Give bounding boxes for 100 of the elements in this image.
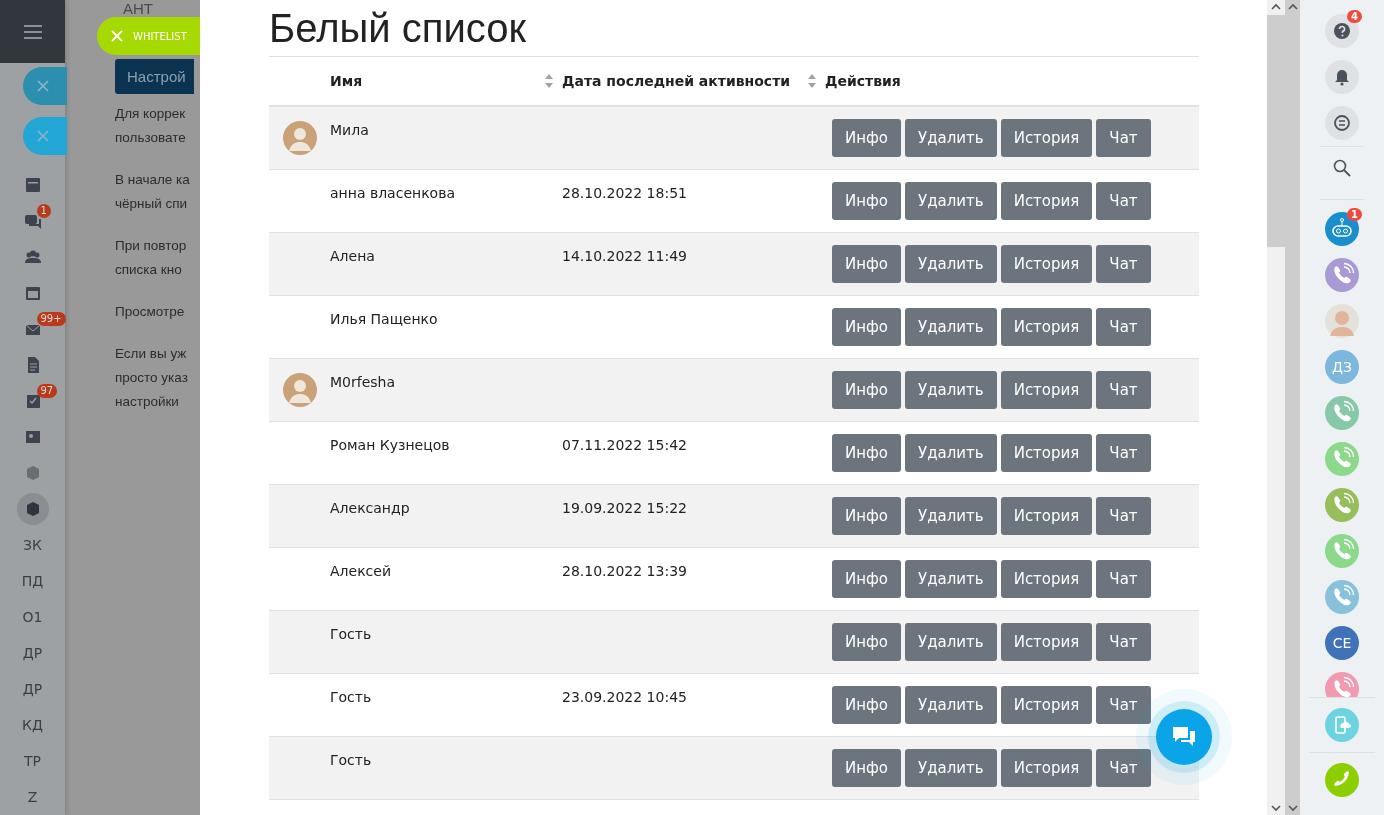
action-button[interactable]: Удалить	[905, 371, 997, 409]
action-button[interactable]: История	[1000, 623, 1093, 661]
paragraph: Если вы уж просто указ настройки	[115, 345, 188, 411]
shortcut-label[interactable]: ДР	[22, 671, 43, 707]
action-button[interactable]: История	[1000, 119, 1093, 157]
action-button[interactable]: История	[1000, 560, 1093, 598]
paragraph: В начале ка чёрный спи	[115, 171, 190, 213]
action-button[interactable]: Инфо	[832, 182, 902, 220]
action-button[interactable]: Чат	[1096, 749, 1151, 787]
scroll-up-icon[interactable]	[1271, 3, 1281, 11]
sort-icon[interactable]	[807, 73, 817, 89]
action-button[interactable]: Чат	[1096, 371, 1151, 409]
action-button[interactable]: История	[1000, 371, 1093, 409]
action-button[interactable]: Инфо	[832, 371, 902, 409]
chat-icon[interactable]	[23, 212, 42, 230]
action-button[interactable]: Инфо	[832, 560, 902, 598]
activity-date: 19.09.2022 15:22	[562, 500, 687, 516]
action-button[interactable]: Инфо	[832, 245, 902, 283]
scroll-thumb[interactable]	[1267, 15, 1285, 247]
action-button[interactable]: Удалить	[905, 182, 997, 220]
action-button[interactable]: История	[1000, 434, 1093, 472]
page-title: АНТ	[123, 0, 153, 17]
messages-button[interactable]	[1325, 106, 1359, 140]
shortcut-label[interactable]: Z	[27, 779, 38, 815]
user-name: Мила	[330, 122, 369, 138]
action-button[interactable]: Удалить	[905, 434, 997, 472]
action-button[interactable]: Инфо	[832, 686, 902, 724]
action-button[interactable]: Чат	[1096, 560, 1151, 598]
action-button[interactable]: Чат	[1096, 497, 1151, 535]
action-button[interactable]: История	[1000, 749, 1093, 787]
search-icon[interactable]	[1333, 159, 1351, 177]
action-button[interactable]: Удалить	[905, 119, 997, 157]
activity-date: 28.10.2022 13:39	[562, 563, 687, 579]
help-icon	[1333, 22, 1351, 40]
user-name: M0rfesha	[330, 374, 396, 390]
column-header[interactable]: Имя	[330, 73, 554, 89]
shortcut-label[interactable]: ПД	[21, 563, 44, 599]
action-button[interactable]: Удалить	[905, 749, 997, 787]
action-button[interactable]: Чат	[1096, 623, 1151, 661]
action-button[interactable]: История	[1000, 308, 1093, 346]
action-button[interactable]: Удалить	[905, 497, 997, 535]
paragraph: Для коррек пользовате	[115, 105, 186, 147]
action-button[interactable]: Чат	[1096, 686, 1151, 724]
column-header[interactable]: Дата последней активности	[562, 73, 817, 89]
phone-icon[interactable]	[1325, 258, 1359, 292]
phone-icon[interactable]	[1325, 488, 1359, 522]
sort-icon[interactable]	[544, 73, 554, 89]
menu-icon[interactable]	[24, 24, 42, 39]
robot-icon[interactable]	[1325, 212, 1359, 246]
window-icon[interactable]	[23, 176, 42, 194]
user-name: Гость	[330, 689, 372, 705]
channel-button[interactable]: CE	[1325, 626, 1359, 660]
shortcut-label[interactable]: ЗК	[23, 527, 42, 563]
scroll-down-icon[interactable]	[1287, 804, 1298, 812]
settings-button[interactable]: Настрой	[115, 59, 194, 94]
action-button[interactable]: Инфо	[832, 434, 902, 472]
action-button[interactable]: Инфо	[832, 623, 902, 661]
action-button[interactable]: Чат	[1096, 434, 1151, 472]
chat-fab[interactable]	[1156, 709, 1212, 765]
scroll-up-icon[interactable]	[1287, 3, 1298, 11]
activity-date: 28.10.2022 18:51	[562, 185, 687, 201]
scroll-down-icon[interactable]	[1271, 804, 1281, 812]
action-button[interactable]: Инфо	[832, 749, 902, 787]
action-button[interactable]: Инфо	[832, 497, 902, 535]
action-button[interactable]: Удалить	[905, 308, 997, 346]
action-button[interactable]: Чат	[1096, 182, 1151, 220]
action-button[interactable]: Чат	[1096, 245, 1151, 283]
action-button[interactable]: История	[1000, 182, 1093, 220]
action-button[interactable]: Удалить	[905, 623, 997, 661]
phone-icon[interactable]	[1325, 672, 1359, 697]
action-button[interactable]: Чат	[1096, 119, 1151, 157]
modal-title: Белый список	[269, 5, 527, 52]
cube-button[interactable]	[16, 493, 49, 525]
activity-date: 07.11.2022 15:42	[562, 437, 687, 453]
count-badge: 1	[1347, 208, 1362, 221]
action-button[interactable]: История	[1000, 686, 1093, 724]
shortcut-label[interactable]: КД	[22, 707, 43, 743]
shortcut-label[interactable]: ТР	[24, 743, 41, 779]
people-icon[interactable]	[23, 248, 42, 266]
count-badge: 97	[36, 384, 58, 398]
action-button[interactable]: Удалить	[905, 686, 997, 724]
column-header[interactable]: Действия	[825, 73, 1191, 89]
count-badge: 4	[1347, 10, 1362, 23]
bell-button[interactable]	[1325, 60, 1359, 94]
calendar-icon[interactable]	[23, 284, 42, 302]
action-button[interactable]: Инфо	[832, 119, 902, 157]
action-button[interactable]: Удалить	[905, 560, 997, 598]
close-icon	[37, 130, 49, 142]
action-button[interactable]: Удалить	[905, 245, 997, 283]
paragraph: При повтор списка кно	[115, 237, 187, 279]
action-button[interactable]: Чат	[1096, 308, 1151, 346]
shortcut-label[interactable]: ДР	[22, 635, 43, 671]
shortcut-label[interactable]: О1	[22, 599, 43, 635]
cube-icon[interactable]	[24, 465, 41, 481]
cube-icon	[24, 501, 41, 517]
action-button[interactable]: История	[1000, 497, 1093, 535]
action-button[interactable]: Инфо	[832, 308, 902, 346]
action-button[interactable]: История	[1000, 245, 1093, 283]
user-name: Роман Кузнецов	[330, 437, 450, 453]
help-button[interactable]	[1325, 14, 1359, 48]
